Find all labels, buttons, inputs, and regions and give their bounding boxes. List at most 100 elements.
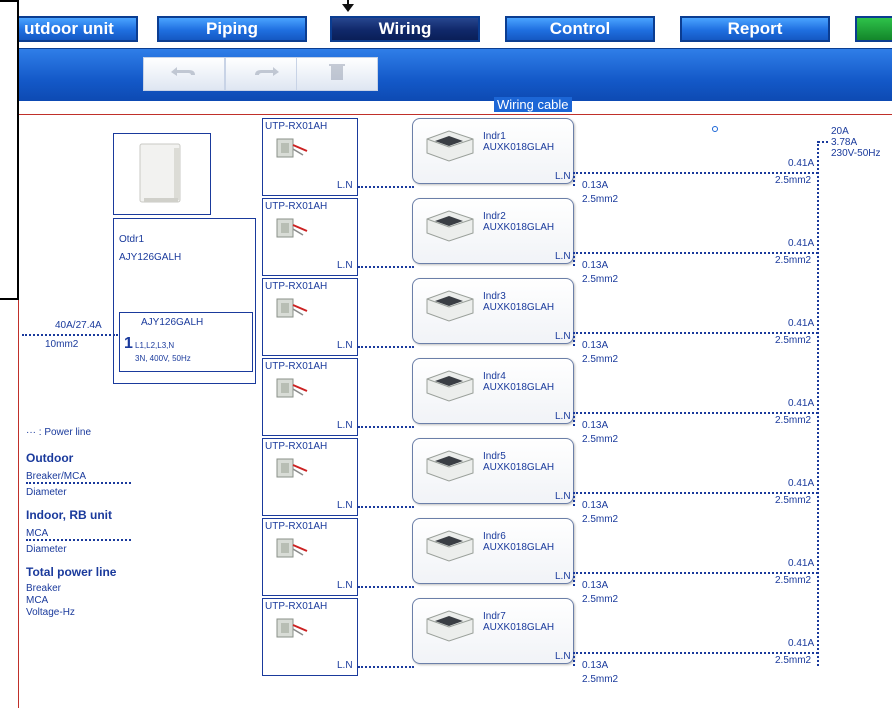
indoor-power-line <box>573 172 818 174</box>
cassette-unit-icon <box>421 525 477 568</box>
indoor-unit-model: AUXK018GLAH <box>483 302 555 313</box>
rb-to-indoor-line <box>358 266 414 268</box>
rb-unit-box[interactable]: UTP-RX01AH L.N <box>262 518 358 596</box>
rb-unit-box[interactable]: UTP-RX01AH L.N <box>262 598 358 676</box>
line-mca: 0.41A <box>788 318 815 329</box>
tab-outdoor-unit[interactable]: utdoor unit <box>0 16 138 42</box>
rb-to-indoor-line <box>358 506 414 508</box>
line-mca: 0.41A <box>788 478 815 489</box>
indoor-unit-model: AUXK018GLAH <box>483 382 555 393</box>
indoor-unit-card[interactable]: Indr7 AUXK018GLAH L.N <box>412 598 574 664</box>
indoor-unit-terminal: L.N <box>555 491 571 502</box>
toolbar: Wiring cable Transmission line Power lin… <box>0 48 892 141</box>
legend-total-mca: MCA <box>26 595 49 606</box>
legend-outdoor-title: Outdoor <box>26 451 74 465</box>
undo-button[interactable] <box>143 57 225 91</box>
cassette-unit-icon <box>421 205 477 248</box>
indoor-diameter: 2.5mm2 <box>582 274 619 285</box>
rb-to-indoor-line <box>358 186 414 188</box>
line-diameter: 2.5mm2 <box>775 655 812 666</box>
indoor-unit-card[interactable]: Indr4 AUXK018GLAH L.N <box>412 358 574 424</box>
indoor-unit-terminal: L.N <box>555 251 571 262</box>
tab-control[interactable]: Control <box>505 16 655 42</box>
rb-unit-box[interactable]: UTP-RX01AH L.N <box>262 278 358 356</box>
rb-unit-terminal: L.N <box>337 580 353 591</box>
indoor-unit-card[interactable]: Indr5 AUXK018GLAH L.N <box>412 438 574 504</box>
indoor-unit-card[interactable]: Indr3 AUXK018GLAH L.N <box>412 278 574 344</box>
indoor-unit-card[interactable]: Indr6 AUXK018GLAH L.N <box>412 518 574 584</box>
legend-total-breaker: Breaker <box>26 583 62 594</box>
legend-indoor-diameter: Diameter <box>26 544 67 555</box>
legend-total-title: Total power line <box>26 565 117 579</box>
cassette-unit-icon <box>421 125 477 168</box>
indoor-mca: 0.13A <box>582 580 609 591</box>
legend-outdoor-line <box>26 482 131 484</box>
redo-button[interactable] <box>225 57 307 91</box>
indoor-unit-card[interactable]: Indr1 AUXK018GLAH L.N <box>412 118 574 184</box>
line-diameter: 2.5mm2 <box>775 175 812 186</box>
indoor-unit-model: AUXK018GLAH <box>483 222 555 233</box>
rb-unit-box[interactable]: UTP-RX01AH L.N <box>262 198 358 276</box>
rb-unit-model: UTP-RX01AH <box>265 121 328 132</box>
rb-to-indoor-line <box>358 346 414 348</box>
legend-indoor-title: Indoor, RB unit <box>26 508 112 522</box>
indoor-power-line <box>573 252 818 254</box>
indoor-unit-name: Indr5 <box>483 451 506 462</box>
rb-unit-model: UTP-RX01AH <box>265 441 328 452</box>
indoor-mca: 0.13A <box>582 660 609 671</box>
tab-next[interactable] <box>855 16 892 42</box>
indoor-drop-line <box>573 652 575 666</box>
indoor-power-line <box>573 652 818 654</box>
indoor-mca: 0.13A <box>582 180 609 191</box>
indoor-unit-terminal: L.N <box>555 171 571 182</box>
rb-to-indoor-line <box>358 426 414 428</box>
undo-icon <box>167 63 201 86</box>
outdoor-breaker-mca: 40A/27.4A <box>55 320 102 331</box>
rb-unit-icon <box>275 375 315 406</box>
indoor-power-line <box>573 332 818 334</box>
cassette-unit-icon <box>421 365 477 408</box>
rb-unit-box[interactable]: UTP-RX01AH L.N <box>262 358 358 436</box>
tab-wiring[interactable]: Wiring <box>330 16 480 42</box>
indoor-unit-model: AUXK018GLAH <box>483 142 555 153</box>
tab-piping[interactable]: Piping <box>157 16 307 42</box>
indoor-unit-terminal: L.N <box>555 331 571 342</box>
indoor-drop-line <box>573 572 575 586</box>
indoor-drop-line <box>573 172 575 186</box>
rb-unit-terminal: L.N <box>337 340 353 351</box>
indoor-mca: 0.13A <box>582 420 609 431</box>
legend-power-line: ··· : Power line <box>26 427 92 438</box>
rb-unit-terminal: L.N <box>337 660 353 671</box>
indoor-drop-line <box>573 412 575 426</box>
indoor-drop-line <box>573 492 575 506</box>
outdoor-unit-image-box[interactable] <box>113 133 211 215</box>
indoor-mca: 0.13A <box>582 500 609 511</box>
rb-unit-box[interactable]: UTP-RX01AH L.N <box>262 438 358 516</box>
total-mca: 3.78A <box>831 137 858 148</box>
total-breaker: 20A <box>831 126 849 137</box>
indoor-diameter: 2.5mm2 <box>582 594 619 605</box>
outdoor-unit-box[interactable]: Otdr1 AJY126GALH AJY126GALH 1 L1,L2,L3,N… <box>113 218 256 384</box>
indoor-power-line <box>573 492 818 494</box>
indoor-power-line <box>573 412 818 414</box>
indoor-unit-name: Indr3 <box>483 291 506 302</box>
outdoor-circuit-box[interactable]: AJY126GALH 1 L1,L2,L3,N 3N, 400V, 50Hz <box>119 312 253 372</box>
rb-unit-model: UTP-RX01AH <box>265 201 328 212</box>
tab-report[interactable]: Report <box>680 16 830 42</box>
rb-unit-model: UTP-RX01AH <box>265 521 328 532</box>
circuit-number: 1 <box>124 335 133 352</box>
delete-button[interactable] <box>296 57 378 91</box>
indoor-mca: 0.13A <box>582 340 609 351</box>
rb-unit-icon <box>275 455 315 486</box>
rb-unit-box[interactable]: UTP-RX01AH L.N <box>262 118 358 196</box>
indoor-unit-card[interactable]: Indr2 AUXK018GLAH L.N <box>412 198 574 264</box>
rb-to-indoor-line <box>358 666 414 668</box>
circuit-model: AJY126GALH <box>141 317 204 328</box>
indoor-power-line <box>573 572 818 574</box>
rb-unit-icon <box>275 535 315 566</box>
outdoor-power-line <box>22 334 118 336</box>
indoor-diameter: 2.5mm2 <box>582 674 619 685</box>
indoor-unit-name: Indr4 <box>483 371 506 382</box>
rb-unit-terminal: L.N <box>337 180 353 191</box>
radio-power-line[interactable]: Power line <box>710 121 788 136</box>
